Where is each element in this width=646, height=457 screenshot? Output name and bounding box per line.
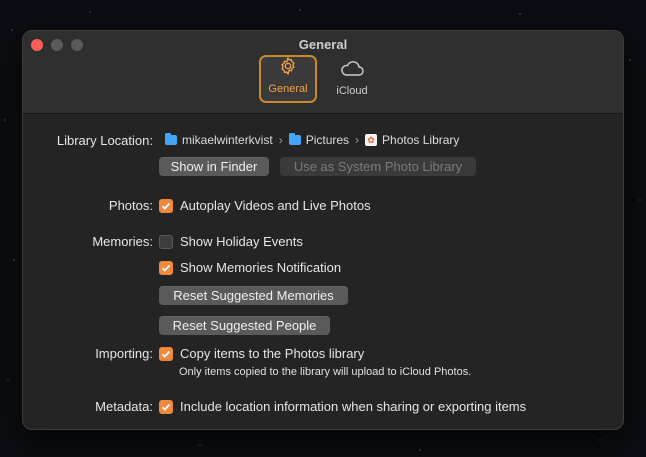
tab-general-label: General bbox=[268, 83, 308, 95]
tab-icloud[interactable]: iCloud bbox=[323, 55, 381, 103]
photos-label: Photos: bbox=[108, 198, 153, 213]
path-pictures: Pictures bbox=[305, 133, 350, 147]
path-separator: › bbox=[278, 133, 283, 147]
memories-notification-row[interactable]: Show Memories Notification bbox=[159, 260, 341, 275]
path-separator: › bbox=[355, 133, 360, 147]
show-in-finder-button[interactable]: Show in Finder bbox=[159, 157, 269, 176]
gear-icon bbox=[278, 56, 298, 83]
metadata-label: Metadata: bbox=[95, 399, 153, 414]
titlebar: General General iCloud bbox=[23, 31, 623, 114]
tab-general[interactable]: General bbox=[259, 55, 317, 103]
library-path[interactable]: mikaelwinterkvist › Pictures › ✿ Photos … bbox=[165, 133, 459, 147]
folder-icon bbox=[288, 133, 301, 145]
folder-icon bbox=[165, 133, 177, 145]
memories-label: Memories: bbox=[92, 234, 153, 249]
use-as-system-library-button[interactable]: Use as System Photo Library bbox=[280, 157, 476, 176]
path-photos-library: Photos Library bbox=[382, 133, 460, 147]
location-info-row[interactable]: Include location information when sharin… bbox=[159, 399, 526, 414]
location-info-checkbox[interactable] bbox=[159, 399, 173, 414]
window-title: General bbox=[298, 37, 348, 52]
preferences-window: General General iCloud Library Location:… bbox=[22, 30, 624, 430]
library-location-label: Library Location: bbox=[56, 133, 153, 148]
importing-label: Importing: bbox=[95, 346, 153, 361]
toolbar-tabs: General iCloud bbox=[259, 55, 381, 103]
autoplay-row[interactable]: Autoplay Videos and Live Photos bbox=[159, 198, 371, 213]
memories-notification-checkbox[interactable] bbox=[159, 260, 173, 275]
copy-items-checkbox[interactable] bbox=[159, 346, 173, 361]
reset-suggested-memories-button[interactable]: Reset Suggested Memories bbox=[159, 286, 348, 305]
path-user: mikaelwinterkvist bbox=[182, 133, 273, 147]
photos-library-icon: ✿ bbox=[365, 134, 378, 146]
autoplay-checkbox[interactable] bbox=[159, 198, 173, 213]
reset-suggested-people-button[interactable]: Reset Suggested People bbox=[159, 316, 330, 335]
copy-items-label: Copy items to the Photos library bbox=[180, 346, 365, 361]
holiday-checkbox[interactable] bbox=[159, 234, 173, 249]
memories-notification-label: Show Memories Notification bbox=[180, 260, 342, 275]
location-info-label: Include location information when sharin… bbox=[180, 399, 527, 414]
cloud-icon bbox=[339, 58, 365, 85]
autoplay-label: Autoplay Videos and Live Photos bbox=[180, 198, 371, 213]
holiday-row[interactable]: Show Holiday Events bbox=[159, 234, 303, 249]
importing-note: Only items copied to the library will up… bbox=[179, 366, 472, 378]
copy-items-row[interactable]: Copy items to the Photos library bbox=[159, 346, 364, 361]
holiday-label: Show Holiday Events bbox=[180, 234, 303, 249]
tab-icloud-label: iCloud bbox=[336, 85, 368, 97]
